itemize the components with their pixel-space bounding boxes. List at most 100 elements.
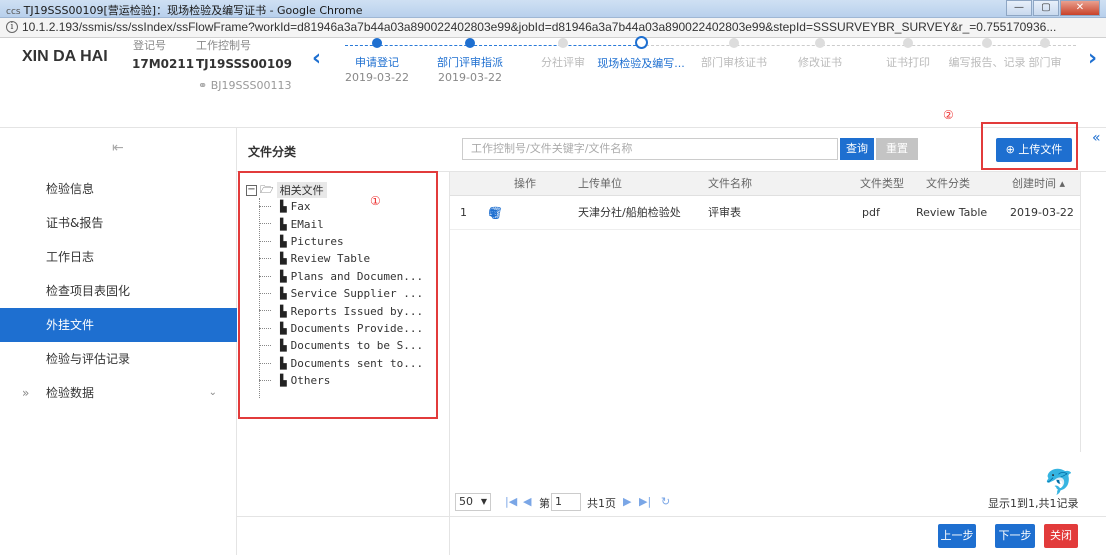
file-icon: ▙ <box>280 321 287 335</box>
sidebar-item-checklist[interactable]: 检查项目表固化 <box>0 274 237 308</box>
tree-node[interactable]: ▙ Fax <box>246 198 423 215</box>
sidebar-item-label: 外挂文件 <box>46 318 95 332</box>
step-dot <box>815 38 825 48</box>
next-page-icon[interactable]: ▶ <box>623 495 631 508</box>
tree-node-label: Pictures <box>290 234 344 248</box>
files-table: 操作 上传单位 文件名称 文件类型 文件分类 创建时间 ▴ 1 ✎ ⊕ 🗑 ≡ … <box>450 172 1080 230</box>
tree-node[interactable]: ▙ Others <box>246 372 423 389</box>
file-icon: ▙ <box>280 200 287 214</box>
prev-step-button[interactable]: 上一步 <box>938 524 976 548</box>
sidebar-item-cert-report[interactable]: 证书&报告 <box>0 206 237 240</box>
sidebar-item-survey-info[interactable]: 检验信息 <box>0 172 237 206</box>
next-step-button[interactable]: 下一步 <box>995 524 1035 548</box>
row-index: 1 <box>460 206 467 219</box>
tree-node-label: EMail <box>290 217 324 231</box>
address-bar[interactable]: i 10.1.2.193/ssmis/ss/ssIndex/ssFlowFram… <box>0 18 1106 38</box>
step-dept-final[interactable]: 部门审 <box>1010 38 1080 70</box>
row-created: 2019-03-22 <box>1010 206 1074 219</box>
tree-children: ▙ Fax ▙ EMail ▙ Pictures ▙ Review Table ▙ Pla… <box>246 198 423 398</box>
col-created[interactable]: 创建时间 ▴ <box>1012 172 1065 196</box>
search-input[interactable]: 工作控制号/文件关键字/文件名称 <box>462 138 838 160</box>
sidebar-item-attached-files[interactable]: 外挂文件 <box>0 308 237 342</box>
collapse-right-icon[interactable]: « <box>1092 130 1101 146</box>
file-icon: ▙ <box>280 234 287 248</box>
page-number-input[interactable]: 1 <box>551 493 581 511</box>
minimize-button[interactable]: — <box>1006 0 1032 16</box>
table-header: 操作 上传单位 文件名称 文件类型 文件分类 创建时间 ▴ <box>450 172 1080 196</box>
tree-collapse-icon[interactable]: − <box>246 184 257 196</box>
first-page-icon[interactable]: |◀ <box>505 495 517 508</box>
reset-button[interactable]: 重置 <box>876 138 918 160</box>
sidebar-item-label: 证书&报告 <box>46 216 104 230</box>
file-icon: ▙ <box>280 374 287 388</box>
row-category: Review Table <box>916 206 988 219</box>
file-icon: ▙ <box>280 287 287 301</box>
step-dot <box>729 38 739 48</box>
annotation-marker-2: ② <box>943 108 954 122</box>
sidebar-collapse-icon[interactable]: ⇤ <box>112 140 124 156</box>
steps-next-arrow-icon[interactable]: › <box>1088 46 1097 71</box>
row-filename[interactable]: 评审表 <box>708 196 741 230</box>
sidebar-item-label: 检验信息 <box>46 182 95 196</box>
step-dot <box>372 38 382 48</box>
table-row[interactable]: 1 ✎ ⊕ 🗑 ≡ 天津分社/船舶检验处 评审表 pdf Review Tabl… <box>450 196 1080 230</box>
last-page-icon[interactable]: ▶| <box>639 495 651 508</box>
query-button[interactable]: 查询 <box>840 138 874 160</box>
reg-value: 17M0211 <box>132 57 195 71</box>
tree-node[interactable]: ▙ Pictures <box>246 233 423 250</box>
file-icon: ▙ <box>280 269 287 283</box>
sidebar-item-survey-data[interactable]: » 检验数据 ⌄ <box>0 376 237 410</box>
site-info-icon[interactable]: i <box>6 21 18 33</box>
tree-node[interactable]: ▙ EMail <box>246 215 423 232</box>
dolphin-logo-icon: 🐬 <box>1044 468 1074 496</box>
menu-icon[interactable]: ≡ <box>488 196 498 230</box>
app-logo: ccs <box>6 7 21 17</box>
sidebar: ⇤ 检验信息 证书&报告 工作日志 检查项目表固化 外挂文件 检验与评估记录 »… <box>0 128 237 555</box>
tree-node-label: Reports Issued by... <box>290 304 424 318</box>
category-tree: − 🗁 相关文件 ▙ Fax ▙ EMail ▙ Pictures ▙ Review T… <box>246 182 423 398</box>
tree-node[interactable]: ▙ Plans and Documen... <box>246 268 423 285</box>
footer-divider <box>237 516 1106 517</box>
page-prefix: 第 <box>539 497 550 510</box>
window-controls: — ▢ ✕ <box>1005 0 1100 16</box>
sidebar-item-label: 工作日志 <box>46 250 95 264</box>
step-label: 部门审 <box>1028 56 1062 69</box>
tree-root[interactable]: − 🗁 相关文件 <box>246 182 423 198</box>
sidebar-item-label: 检验与评估记录 <box>46 352 131 366</box>
file-icon: ▙ <box>280 252 287 266</box>
col-actions: 操作 <box>514 177 536 190</box>
sidebar-item-survey-records[interactable]: 检验与评估记录 <box>0 342 237 376</box>
tree-root-label[interactable]: 相关文件 <box>276 182 327 198</box>
prev-page-icon[interactable]: ◀ <box>523 495 531 508</box>
sidebar-item-label: 检查项目表固化 <box>46 284 131 298</box>
steps-prev-arrow-icon[interactable]: ‹ <box>312 46 321 71</box>
file-icon: ▙ <box>280 304 287 318</box>
refresh-icon[interactable]: ↻ <box>661 495 670 508</box>
url-text[interactable]: 10.1.2.193/ssmis/ss/ssIndex/ssFlowFrame?… <box>22 20 1056 34</box>
tree-node[interactable]: ▙ Service Supplier ... <box>246 285 423 302</box>
tree-node[interactable]: ▙ Reports Issued by... <box>246 302 423 319</box>
tree-node[interactable]: ▙ Documents to be S... <box>246 337 423 354</box>
total-pages: 共1页 <box>587 497 616 510</box>
upload-file-button[interactable]: ⊕ 上传文件 <box>996 138 1072 162</box>
step-dot <box>558 38 568 48</box>
pagination: 50 ▼ |◀ ◀ 第 1 共1页 ▶ ▶| ↻ 显示1到1,共1记录 <box>455 493 1080 513</box>
sidebar-item-work-log[interactable]: 工作日志 <box>0 240 237 274</box>
close-window-button[interactable]: ✕ <box>1060 0 1100 16</box>
window-title: ccs TJ19SSS00109[营运检验]：现场检验及编写证书 - Google… <box>6 2 362 18</box>
control-no-value: TJ19SSS00109 <box>196 57 292 71</box>
tree-node[interactable]: ▙ Documents sent to... <box>246 355 423 372</box>
step-dot <box>1040 38 1050 48</box>
tree-node[interactable]: ▙ Review Table <box>246 250 423 267</box>
tree-node-label: Documents Provide... <box>290 321 424 335</box>
close-button[interactable]: 关闭 <box>1044 524 1078 548</box>
maximize-button[interactable]: ▢ <box>1033 0 1059 16</box>
page-size-select[interactable]: 50 ▼ <box>455 493 491 511</box>
link-icon: ⚭ <box>198 79 211 92</box>
reg-label: 登记号 <box>133 39 166 52</box>
row-filetype: pdf <box>862 206 880 219</box>
tree-node[interactable]: ▙ Documents Provide... <box>246 320 423 337</box>
step-dot <box>634 36 648 49</box>
col-category: 文件分类 <box>926 177 970 190</box>
tree-node-label: Fax <box>290 200 311 214</box>
